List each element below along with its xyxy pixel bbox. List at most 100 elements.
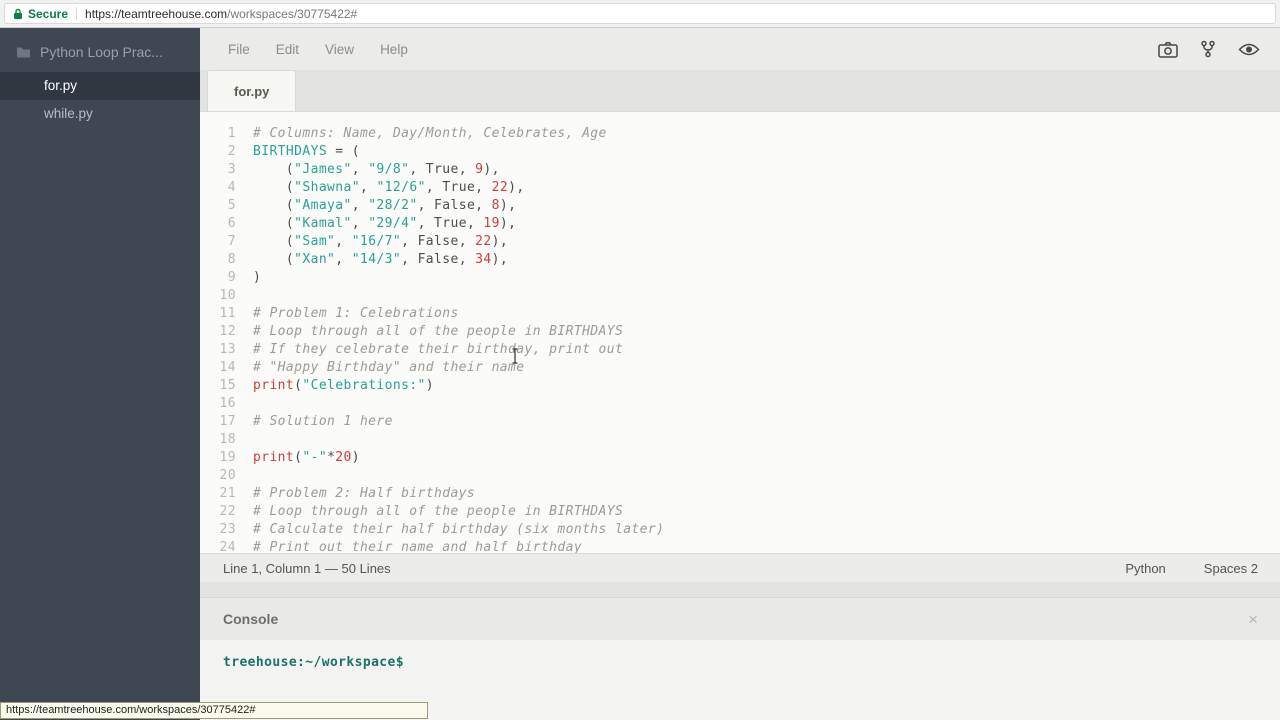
code-line-6[interactable]: 6 ("Kamal", "29/4", True, 19), xyxy=(200,215,1280,233)
line-number: 20 xyxy=(200,467,236,485)
line-number: 21 xyxy=(200,485,236,503)
code-line-18[interactable]: 18 xyxy=(200,431,1280,449)
indent-select[interactable]: Spaces 2 xyxy=(1204,561,1258,576)
code-text: ("Sam", "16/7", False, 22), xyxy=(253,234,508,249)
line-number: 4 xyxy=(200,179,236,197)
code-line-23[interactable]: 23# Calculate their half birthday (six m… xyxy=(200,521,1280,539)
menu-item-edit[interactable]: Edit xyxy=(276,42,299,57)
folder-icon xyxy=(16,46,31,58)
editor-main: File Edit View Help for.py 1 # Columns: Name… xyxy=(200,28,1280,720)
code-line-21[interactable]: 21 # Problem 2: Half birthdays xyxy=(200,485,1280,503)
code-text: ("Shawna", "12/6", True, 22), xyxy=(253,180,525,195)
editor-tab-bar: for.py xyxy=(200,70,1280,112)
code-text: # If they celebrate their birthday, prin… xyxy=(253,342,623,357)
code-text: ("Xan", "14/3", False, 34), xyxy=(253,252,508,267)
code-line-4[interactable]: 4 ("Shawna", "12/6", True, 22), xyxy=(200,179,1280,197)
code-line-24[interactable]: 24 # Print out their name and half birthd… xyxy=(200,539,1280,553)
code-text: ("Amaya", "28/2", False, 8), xyxy=(253,198,516,213)
url-text[interactable]: https://teamtreehouse.com/workspaces/307… xyxy=(85,7,357,21)
code-line-3[interactable]: 3 ("James", "9/8", True, 9), xyxy=(200,161,1280,179)
code-area: 1 # Columns: Name, Day/Month, Celebrates,… xyxy=(200,125,1280,553)
editor-status-bar: Line 1, Column 1 — 50 Lines Python Space… xyxy=(200,553,1280,582)
code-text: # Solution 1 here xyxy=(253,414,393,429)
code-line-9[interactable]: 9) xyxy=(200,269,1280,287)
menu-item-help[interactable]: Help xyxy=(380,42,408,57)
code-text: # "Happy Birthday" and their name xyxy=(253,360,524,375)
line-number: 13 xyxy=(200,341,236,359)
code-editor[interactable]: 1 # Columns: Name, Day/Month, Celebrates,… xyxy=(200,112,1280,553)
link-status-bubble: https://teamtreehouse.com/workspaces/307… xyxy=(0,702,428,719)
fork-icon[interactable] xyxy=(1200,40,1216,58)
project-name: Python Loop Prac... xyxy=(40,44,163,60)
code-line-1[interactable]: 1 # Columns: Name, Day/Month, Celebrates,… xyxy=(200,125,1280,143)
line-number: 16 xyxy=(200,395,236,413)
console-title: Console xyxy=(223,611,278,627)
tab-label: for.py xyxy=(234,84,269,99)
code-line-13[interactable]: 13 # If they celebrate their birthday, pr… xyxy=(200,341,1280,359)
line-number: 17 xyxy=(200,413,236,431)
toolbar-icons xyxy=(1158,40,1260,58)
line-number: 3 xyxy=(200,161,236,179)
omnibox-divider xyxy=(76,7,77,20)
project-folder[interactable]: Python Loop Prac... xyxy=(0,28,200,72)
code-line-16[interactable]: 16 xyxy=(200,395,1280,413)
menu-item-view[interactable]: View xyxy=(325,42,354,57)
line-number: 24 xyxy=(200,539,236,553)
secure-badge[interactable]: Secure xyxy=(13,7,68,21)
status-right: Python Spaces 2 xyxy=(1125,561,1258,576)
code-line-19[interactable]: 19print("-"*20) xyxy=(200,449,1280,467)
line-number: 7 xyxy=(200,233,236,251)
camera-icon[interactable] xyxy=(1158,41,1178,58)
code-line-11[interactable]: 11 # Problem 1: Celebrations xyxy=(200,305,1280,323)
eye-preview-icon[interactable] xyxy=(1238,42,1260,57)
menu-bar-items: File Edit View Help xyxy=(228,42,434,57)
code-text: ) xyxy=(253,270,261,285)
code-line-10[interactable]: 10 xyxy=(200,287,1280,305)
line-number: 8 xyxy=(200,251,236,269)
code-line-12[interactable]: 12# Loop through all of the people in BI… xyxy=(200,323,1280,341)
line-number: 9 xyxy=(200,269,236,287)
code-line-15[interactable]: 15 print("Celebrations:") xyxy=(200,377,1280,395)
language-select[interactable]: Python xyxy=(1125,561,1165,576)
url-bar[interactable]: Secure https://teamtreehouse.com/workspa… xyxy=(4,3,1276,24)
code-line-5[interactable]: 5 ("Amaya", "28/2", False, 8), xyxy=(200,197,1280,215)
code-line-17[interactable]: 17 # Solution 1 here xyxy=(200,413,1280,431)
line-number: 22 xyxy=(200,503,236,521)
line-number: 12 xyxy=(200,323,236,341)
code-text: # Problem 1: Celebrations xyxy=(253,306,459,321)
file-list: for.pywhile.py xyxy=(0,72,200,128)
sidebar-item-for-py[interactable]: for.py xyxy=(0,72,200,100)
panel-gap xyxy=(200,582,1280,597)
code-line-7[interactable]: 7 ("Sam", "16/7", False, 22), xyxy=(200,233,1280,251)
workspace-app: Python Loop Prac... for.pywhile.py FileE… xyxy=(0,28,1280,720)
code-line-22[interactable]: 22 # Loop through all of the people in BI… xyxy=(200,503,1280,521)
code-line-20[interactable]: 20 xyxy=(200,467,1280,485)
line-number: 6 xyxy=(200,215,236,233)
code-text: ("Kamal", "29/4", True, 19), xyxy=(253,216,516,231)
lock-icon xyxy=(13,8,23,20)
console-close-icon[interactable]: × xyxy=(1248,611,1258,628)
menu-item-file[interactable]: File xyxy=(228,42,250,57)
code-text: ("James", "9/8", True, 9), xyxy=(253,162,500,177)
line-number: 10 xyxy=(200,287,236,305)
line-number: 11 xyxy=(200,305,236,323)
code-line-8[interactable]: 8 ("Xan", "14/3", False, 34), xyxy=(200,251,1280,269)
line-number: 18 xyxy=(200,431,236,449)
tab-for-py[interactable]: for.py xyxy=(207,70,296,111)
code-text: # Problem 2: Half birthdays xyxy=(253,486,475,501)
line-number: 5 xyxy=(200,197,236,215)
file-tree-sidebar: Python Loop Prac... for.pywhile.py xyxy=(0,28,200,720)
code-line-14[interactable]: 14# "Happy Birthday" and their name xyxy=(200,359,1280,377)
code-text: # Print out their name and half birthday xyxy=(253,540,582,553)
line-number: 1 xyxy=(200,125,236,143)
terminal-prompt: treehouse:~/workspace$ xyxy=(223,655,404,670)
sidebar-item-while-py[interactable]: while.py xyxy=(0,100,200,128)
code-text: print("Celebrations:") xyxy=(253,378,434,393)
menu-bar: File Edit View Help xyxy=(200,28,1280,70)
code-text: # Columns: Name, Day/Month, Celebrates, … xyxy=(253,126,607,141)
code-text: # Loop through all of the people in BIRT… xyxy=(253,504,623,519)
code-text: BIRTHDAYS = ( xyxy=(253,144,360,159)
line-number: 15 xyxy=(200,377,236,395)
url-protocol-host: https://teamtreehouse.com xyxy=(85,7,227,21)
code-line-2[interactable]: 2BIRTHDAYS = ( xyxy=(200,143,1280,161)
